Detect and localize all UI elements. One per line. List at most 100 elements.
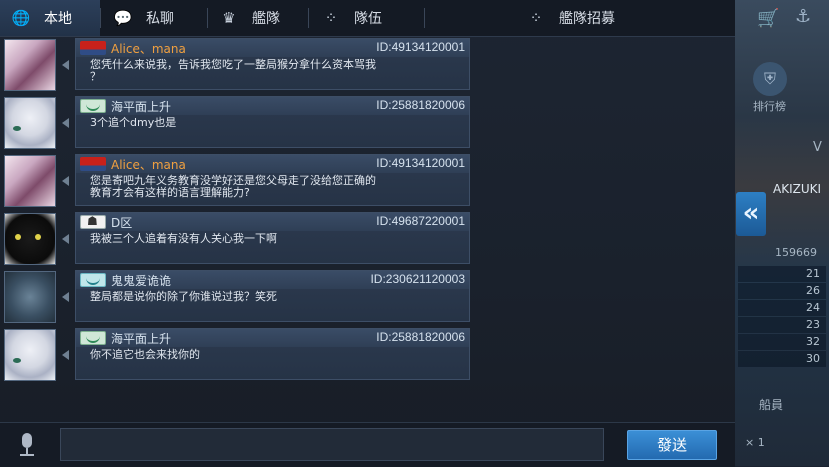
tab-fleet-recruit[interactable]: ⁘ 艦隊招募 xyxy=(525,0,655,36)
stat-row: 21 xyxy=(738,266,826,282)
tab-label: 私聊 xyxy=(146,11,174,27)
avatar[interactable] xyxy=(4,39,56,91)
sender-name[interactable]: 鬼鬼爱诡诡 xyxy=(111,272,171,289)
chat-message[interactable]: Alice、mana ID:49134120001 您凭什么来说我，告诉我您吃了… xyxy=(0,38,475,92)
stat-value: 21 xyxy=(806,267,820,280)
stat-value: 26 xyxy=(806,284,820,297)
globe-icon: 🌐 xyxy=(11,9,31,27)
chat-bubbles-icon: 💬 xyxy=(113,9,133,27)
stat-value: 30 xyxy=(806,352,820,365)
message-text: 您凭什么来说我，告诉我您吃了一整局猴分拿什么资本骂我？ xyxy=(90,58,376,83)
fleet-flag-icon xyxy=(80,331,106,345)
sender-name[interactable]: 海平面上升 xyxy=(111,330,171,347)
message-text: 我被三个人追着有没有人关心我一下啊 xyxy=(90,232,277,245)
sender-name[interactable]: D区 xyxy=(111,214,132,231)
chat-message[interactable]: 海平面上升 ID:25881820006 3个追个dmy也是 xyxy=(0,96,475,150)
chat-tab-bar: 🌐 本地 💬 私聊 ♛ 艦隊 ⁘ 隊伍 ⁘ 艦隊招募 xyxy=(0,0,735,37)
avatar[interactable] xyxy=(4,97,56,149)
sender-id: ID:49134120001 xyxy=(376,156,465,170)
avatar[interactable] xyxy=(4,271,56,323)
tab-label: 艦隊招募 xyxy=(559,11,615,27)
score-label: 159669 xyxy=(775,246,817,259)
fleet-flag-icon xyxy=(80,41,106,55)
message-header: 鬼鬼爱诡诡 ID:230621120003 xyxy=(76,271,469,289)
stat-row: 32 xyxy=(738,334,826,350)
tab-team[interactable]: ⁘ 隊伍 xyxy=(320,0,420,36)
bubble-caret xyxy=(62,350,69,360)
message-header: 海平面上升 ID:25881820006 xyxy=(76,329,469,347)
chat-input[interactable] xyxy=(60,428,604,461)
stat-row: 26 xyxy=(738,283,826,299)
message-bubble: Alice、mana ID:49134120001 您凭什么来说我，告诉我您吃了… xyxy=(75,38,470,90)
message-bubble: 鬼鬼爱诡诡 ID:230621120003 整局都是说你的除了你谁说过我？笑死 xyxy=(75,270,470,322)
input-bar: 發送 xyxy=(0,422,735,467)
message-header: Alice、mana ID:49134120001 xyxy=(76,155,469,173)
bubble-caret xyxy=(62,176,69,186)
message-bubble: 海平面上升 ID:25881820006 你不追它也会来找你的 xyxy=(75,328,470,380)
chat-panel: 🌐 本地 💬 私聊 ♛ 艦隊 ⁘ 隊伍 ⁘ 艦隊招募 Alice、mana ID… xyxy=(0,0,735,467)
crew-label[interactable]: 船員 xyxy=(759,396,783,413)
tab-label: 艦隊 xyxy=(252,11,280,27)
sender-id: ID:230621120003 xyxy=(370,272,465,286)
send-button[interactable]: 發送 xyxy=(627,430,717,460)
anchor-icon[interactable]: ⚓ xyxy=(795,6,811,27)
shop-cart-icon[interactable]: 🛒 xyxy=(757,8,779,29)
message-text: 你不追它也会来找你的 xyxy=(90,348,200,361)
sender-name[interactable]: Alice、mana xyxy=(111,156,186,173)
chat-message[interactable]: 海平面上升 ID:25881820006 你不追它也会来找你的 xyxy=(0,328,475,382)
ship-name-label: AKIZUKI xyxy=(773,182,822,196)
count-label: × 1 xyxy=(745,436,765,449)
recruit-dots-icon: ⁘ xyxy=(529,9,543,27)
bubble-caret xyxy=(62,292,69,302)
tab-fleet[interactable]: ♛ 艦隊 xyxy=(218,0,308,36)
chat-message[interactable]: 鬼鬼爱诡诡 ID:230621120003 整局都是说你的除了你谁说过我？笑死 xyxy=(0,270,475,324)
ship-grade-label: V xyxy=(813,140,822,155)
sender-id: ID:49687220001 xyxy=(376,214,465,228)
cat-eye xyxy=(15,234,21,240)
expand-chevron-icon[interactable]: « xyxy=(736,192,766,236)
message-bubble: 海平面上升 ID:25881820006 3个追个dmy也是 xyxy=(75,96,470,148)
fleet-flag-icon xyxy=(80,157,106,171)
stat-value: 32 xyxy=(806,335,820,348)
microphone-icon[interactable] xyxy=(14,431,40,459)
fleet-flag-icon xyxy=(80,273,106,287)
tab-local[interactable]: 🌐 本地 xyxy=(0,0,100,36)
avatar[interactable] xyxy=(4,329,56,381)
message-header: D区 ID:49687220001 xyxy=(76,213,469,231)
team-dots-icon: ⁘ xyxy=(324,9,338,27)
fleet-flag-icon xyxy=(80,99,106,113)
message-bubble: Alice、mana ID:49134120001 您是寄吧九年义务教育没学好还… xyxy=(75,154,470,206)
avatar[interactable] xyxy=(4,213,56,265)
ranking-icon[interactable]: ⛨ xyxy=(753,62,787,96)
sender-name[interactable]: Alice、mana xyxy=(111,40,186,57)
sender-name[interactable]: 海平面上升 xyxy=(111,98,171,115)
message-text: 整局都是说你的除了你谁说过我？笑死 xyxy=(90,290,277,303)
bubble-caret xyxy=(62,60,69,70)
message-text: 您是寄吧九年义务教育没学好还是您父母走了没给您正确的 教育才会有这样的语言理解能力… xyxy=(90,174,376,199)
stat-value: 24 xyxy=(806,301,820,314)
chat-message[interactable]: Alice、mana ID:49134120001 您是寄吧九年义务教育没学好还… xyxy=(0,154,475,208)
cat-eye xyxy=(35,234,41,240)
message-header: Alice、mana ID:49134120001 xyxy=(76,39,469,57)
avatar[interactable] xyxy=(4,155,56,207)
tab-label: 隊伍 xyxy=(354,11,382,27)
stat-row: 24 xyxy=(738,300,826,316)
stat-value: 23 xyxy=(806,318,820,331)
ranking-label[interactable]: 排行榜 xyxy=(753,98,786,114)
sender-id: ID:25881820006 xyxy=(376,330,465,344)
message-bubble: D区 ID:49687220001 我被三个人追着有没有人关心我一下啊 xyxy=(75,212,470,264)
sender-id: ID:25881820006 xyxy=(376,98,465,112)
hair-ornament xyxy=(13,358,21,363)
bubble-caret xyxy=(62,118,69,128)
message-text: 3个追个dmy也是 xyxy=(90,116,177,129)
tab-private[interactable]: 💬 私聊 xyxy=(112,0,202,36)
chat-message[interactable]: D区 ID:49687220001 我被三个人追着有没有人关心我一下啊 xyxy=(0,212,475,266)
bubble-caret xyxy=(62,234,69,244)
message-header: 海平面上升 ID:25881820006 xyxy=(76,97,469,115)
hair-ornament xyxy=(13,126,21,131)
sender-id: ID:49134120001 xyxy=(376,40,465,54)
stat-row: 23 xyxy=(738,317,826,333)
tab-label: 本地 xyxy=(44,11,72,27)
fleet-flag-icon xyxy=(80,214,106,229)
stat-row: 30 xyxy=(738,351,826,367)
